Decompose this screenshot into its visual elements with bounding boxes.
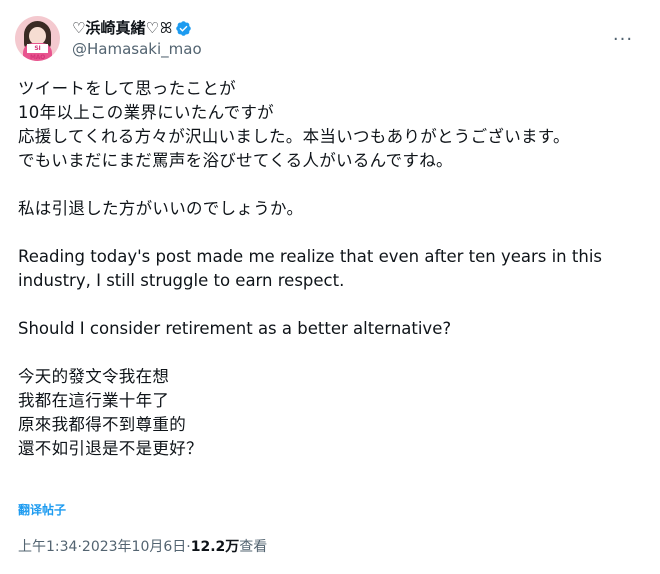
- tweet-zh-line: 原來我都得不到尊重的: [18, 415, 186, 434]
- tweet-ja-line: 10年以上この業界にいたんですが: [18, 103, 274, 122]
- tweet-header: SI MAO ♡浜崎真緒♡ ꕤ @Hamasaki_mao ···: [15, 14, 645, 62]
- avatar-tag-text: SI MAO: [27, 43, 48, 61]
- tweet-ja-line: 応援してくれる方々が沢山いました。本当いつもありがとうございます。: [18, 127, 570, 146]
- tweet-en-line: industry, I still struggle to earn respe…: [18, 271, 345, 290]
- tweet-ja-line: ツイートをして思ったことが: [18, 79, 236, 98]
- tweet-zh-line: 我都在這行業十年了: [18, 391, 170, 410]
- translate-post-link[interactable]: 翻译帖子: [18, 503, 66, 517]
- tweet-ja-question: 私は引退した方がいいのでしょうか。: [18, 199, 304, 218]
- tweet-zh-line: 今天的發文令我在想: [18, 367, 170, 386]
- views-count[interactable]: 12.2万: [191, 537, 240, 557]
- views-label: 查看: [239, 539, 268, 555]
- tweet-text: ツイートをして思ったことが 10年以上この業界にいたんですが 応援してくれる方々…: [18, 77, 645, 461]
- more-options-button[interactable]: ···: [611, 30, 635, 50]
- tweet-en-question: Should I consider retirement as a better…: [18, 319, 452, 338]
- author-names: ♡浜崎真緒♡ ꕤ @Hamasaki_mao: [72, 17, 202, 59]
- tweet-time[interactable]: 上午1:34: [18, 537, 77, 557]
- tweet-card: SI MAO ♡浜崎真緒♡ ꕤ @Hamasaki_mao ··· ツイートをし…: [0, 0, 660, 574]
- tweet-ja-line: でもいまだにまだ罵声を浴びせてくる人がいるんですね。: [18, 151, 453, 170]
- avatar[interactable]: SI MAO: [15, 15, 60, 61]
- tweet-meta: 上午1:34 · 2023年10月6日 · 12.2万 查看: [18, 537, 267, 557]
- tweet-zh-line: 還不如引退是不是更好？: [18, 439, 203, 458]
- display-name[interactable]: ♡浜崎真緒♡: [72, 18, 159, 38]
- tweet-date[interactable]: 2023年10月6日: [82, 537, 186, 557]
- author-handle[interactable]: @Hamasaki_mao: [72, 39, 202, 59]
- tweet-en-line: Reading today's post made me realize tha…: [18, 247, 602, 266]
- name-suffix-glyph: ꕤ: [159, 19, 173, 37]
- name-row: ♡浜崎真緒♡ ꕤ: [72, 17, 202, 39]
- verified-badge-icon: [175, 20, 192, 37]
